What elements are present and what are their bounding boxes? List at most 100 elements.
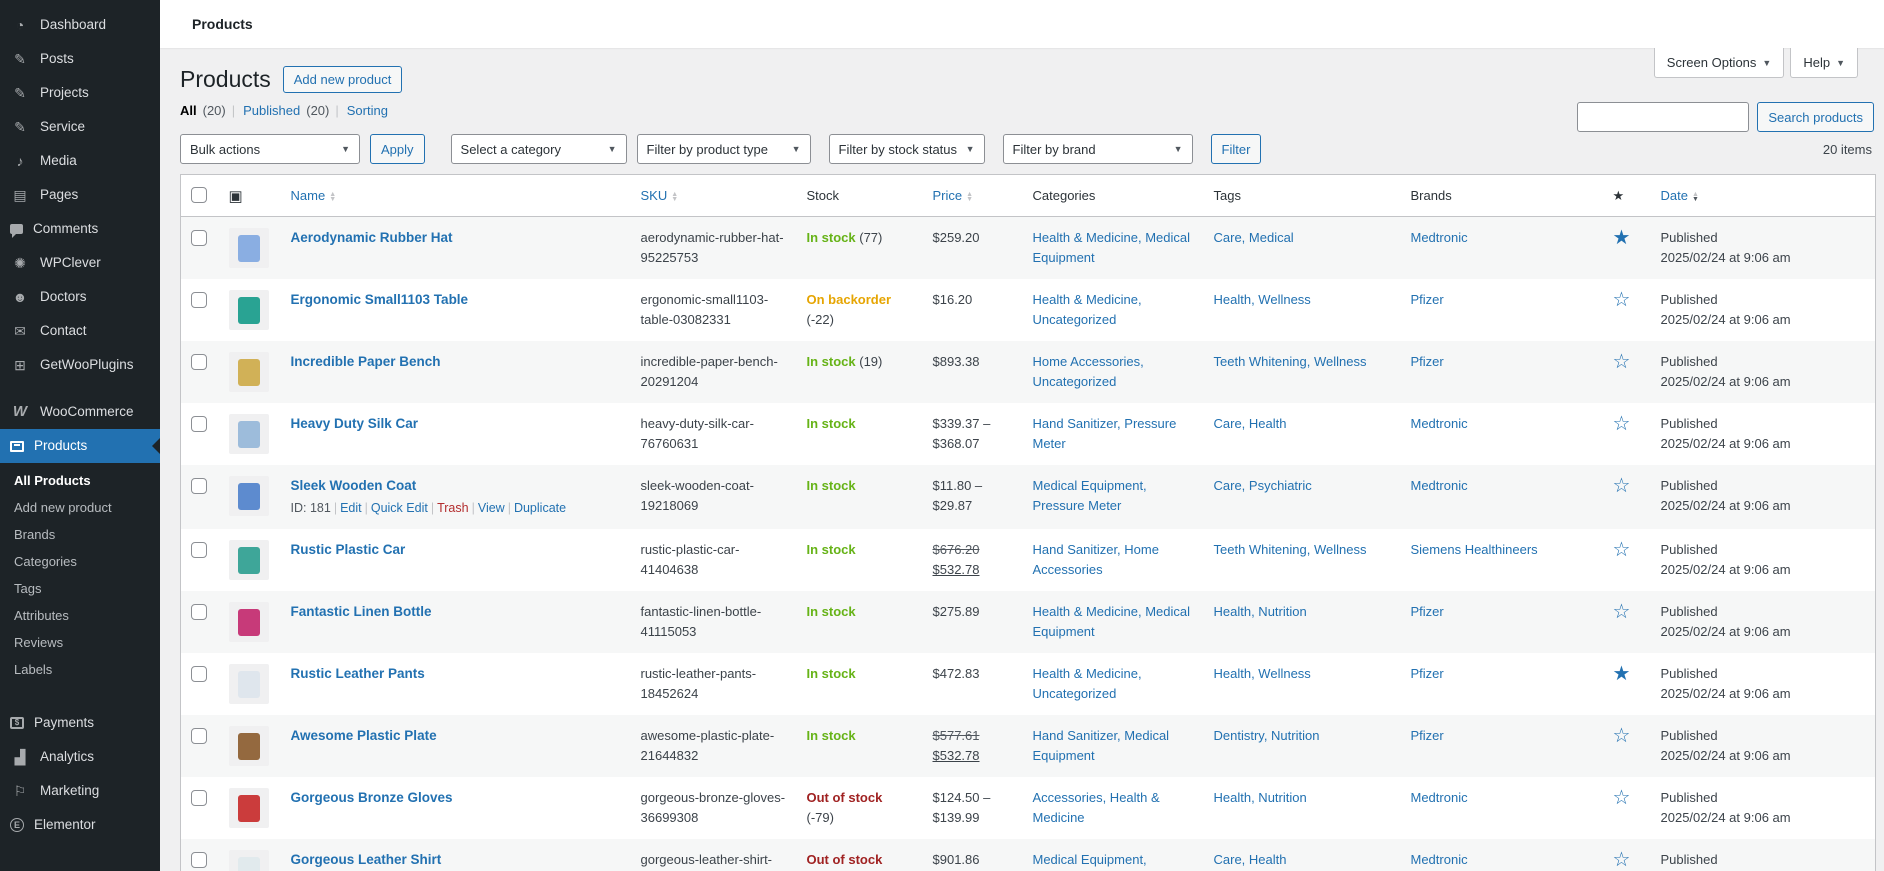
product-name-link[interactable]: Fantastic Linen Bottle: [291, 604, 432, 619]
row-checkbox[interactable]: [191, 604, 207, 620]
brand-links[interactable]: Pfizer: [1411, 292, 1444, 307]
featured-star-toggle[interactable]: ☆: [1613, 788, 1631, 808]
brand-links[interactable]: Medtronic: [1411, 852, 1468, 867]
tag-links[interactable]: Health, Wellness: [1214, 666, 1311, 681]
product-thumbnail-magenta-bottle[interactable]: [229, 602, 269, 642]
column-header-sku[interactable]: SKU▲▼: [631, 175, 797, 217]
filter-button[interactable]: Filter: [1211, 134, 1262, 164]
view-link-all[interactable]: All: [180, 103, 197, 118]
product-thumbnail-white-thermometer[interactable]: [229, 850, 269, 871]
submenu-item-attributes[interactable]: Attributes: [0, 602, 160, 629]
submenu-item-all-products[interactable]: All Products: [0, 467, 160, 494]
brand-links[interactable]: Medtronic: [1411, 416, 1468, 431]
column-header-date[interactable]: Date▲▼: [1651, 175, 1876, 217]
featured-star-toggle[interactable]: ★: [1613, 664, 1631, 684]
sidebar-item-payments[interactable]: $ Payments: [0, 706, 160, 740]
category-links[interactable]: Health & Medicine, Uncategorized: [1033, 292, 1142, 327]
tag-links[interactable]: Care, Medical: [1214, 230, 1294, 245]
row-checkbox[interactable]: [191, 230, 207, 246]
sidebar-item-posts[interactable]: ✎ Posts: [0, 42, 160, 76]
row-checkbox[interactable]: [191, 354, 207, 370]
sidebar-item-projects[interactable]: ✎ Projects: [0, 76, 160, 110]
select-all-checkbox[interactable]: [191, 187, 207, 203]
product-name-link[interactable]: Heavy Duty Silk Car: [291, 416, 419, 431]
submenu-item-tags[interactable]: Tags: [0, 575, 160, 602]
product-name-link[interactable]: Ergonomic Small1103 Table: [291, 292, 469, 307]
row-action-duplicate[interactable]: Duplicate: [514, 501, 566, 515]
category-links[interactable]: Health & Medicine, Uncategorized: [1033, 666, 1142, 701]
tag-links[interactable]: Care, Health: [1214, 852, 1287, 867]
brand-links[interactable]: Medtronic: [1411, 230, 1468, 245]
brand-links[interactable]: Medtronic: [1411, 790, 1468, 805]
featured-star-toggle[interactable]: ☆: [1613, 414, 1631, 434]
brand-links[interactable]: Pfizer: [1411, 604, 1444, 619]
category-filter-select[interactable]: Select a category ▼: [451, 134, 627, 164]
row-action-edit[interactable]: Edit: [340, 501, 362, 515]
row-action-trash[interactable]: Trash: [437, 501, 469, 515]
row-checkbox[interactable]: [191, 666, 207, 682]
view-link-sorting[interactable]: Sorting: [347, 103, 388, 118]
featured-star-toggle[interactable]: ☆: [1613, 540, 1631, 560]
help-tab[interactable]: Help ▼: [1790, 48, 1858, 78]
category-links[interactable]: Home Accessories, Uncategorized: [1033, 354, 1144, 389]
row-action-view[interactable]: View: [478, 501, 505, 515]
product-thumbnail-white-bottle-blue-label[interactable]: [229, 664, 269, 704]
product-name-link[interactable]: Awesome Plastic Plate: [291, 728, 437, 743]
product-type-filter-select[interactable]: Filter by product type ▼: [637, 134, 811, 164]
sidebar-item-comments[interactable]: Comments: [0, 212, 160, 246]
category-links[interactable]: Accessories, Health & Medicine: [1033, 790, 1160, 825]
category-links[interactable]: Medical Equipment, Pressure Meter: [1033, 478, 1147, 513]
featured-star-toggle[interactable]: ☆: [1613, 476, 1631, 496]
brand-links[interactable]: Pfizer: [1411, 354, 1444, 369]
sidebar-item-wpclever[interactable]: ✺ WPClever: [0, 246, 160, 280]
sidebar-item-media[interactable]: ♪ Media: [0, 144, 160, 178]
row-checkbox[interactable]: [191, 852, 207, 868]
row-checkbox[interactable]: [191, 292, 207, 308]
row-checkbox[interactable]: [191, 790, 207, 806]
brand-filter-select[interactable]: Filter by brand ▼: [1003, 134, 1193, 164]
bulk-actions-select[interactable]: Bulk actions ▼: [180, 134, 360, 164]
screen-options-tab[interactable]: Screen Options ▼: [1654, 48, 1785, 78]
sidebar-item-woocommerce[interactable]: W WooCommerce: [0, 395, 160, 429]
product-thumbnail-blue-nitrile-gloves[interactable]: [229, 228, 269, 268]
add-new-product-button[interactable]: Add new product: [283, 66, 403, 93]
featured-star-toggle[interactable]: ☆: [1613, 290, 1631, 310]
submenu-item-reviews[interactable]: Reviews: [0, 629, 160, 656]
product-thumbnail-teal-mask-box[interactable]: [229, 290, 269, 330]
product-name-link[interactable]: Incredible Paper Bench: [291, 354, 441, 369]
stock-status-filter-select[interactable]: Filter by stock status ▼: [829, 134, 985, 164]
tag-links[interactable]: Teeth Whitening, Wellness: [1214, 354, 1367, 369]
column-header-name[interactable]: Name▲▼: [281, 175, 631, 217]
product-name-link[interactable]: Aerodynamic Rubber Hat: [291, 230, 453, 245]
row-checkbox[interactable]: [191, 416, 207, 432]
submenu-item-categories[interactable]: Categories: [0, 548, 160, 575]
sidebar-item-contact[interactable]: ✉ Contact: [0, 314, 160, 348]
submenu-item-labels[interactable]: Labels: [0, 656, 160, 683]
featured-star-toggle[interactable]: ☆: [1613, 352, 1631, 372]
product-thumbnail-teal-bottle[interactable]: [229, 540, 269, 580]
search-products-button[interactable]: Search products: [1757, 102, 1874, 132]
sidebar-item-marketing[interactable]: ⚐ Marketing: [0, 774, 160, 808]
sidebar-item-elementor[interactable]: E Elementor: [0, 808, 160, 842]
brand-links[interactable]: Medtronic: [1411, 478, 1468, 493]
tag-links[interactable]: Health, Nutrition: [1214, 790, 1307, 805]
sidebar-item-doctors[interactable]: ☻ Doctors: [0, 280, 160, 314]
tag-links[interactable]: Dentistry, Nutrition: [1214, 728, 1320, 743]
product-thumbnail-amber-dropper-bottle[interactable]: [229, 726, 269, 766]
product-thumbnail-blue-white-box[interactable]: [229, 476, 269, 516]
tag-links[interactable]: Health, Nutrition: [1214, 604, 1307, 619]
row-action-quick-edit[interactable]: Quick Edit: [371, 501, 428, 515]
row-checkbox[interactable]: [191, 728, 207, 744]
category-links[interactable]: Hand Sanitizer, Pressure Meter: [1033, 416, 1177, 451]
apply-button[interactable]: Apply: [370, 134, 425, 164]
tag-links[interactable]: Care, Psychiatric: [1214, 478, 1312, 493]
submenu-item-add-new-product[interactable]: Add new product: [0, 494, 160, 521]
tag-links[interactable]: Care, Health: [1214, 416, 1287, 431]
product-thumbnail-blue-medical-device[interactable]: [229, 414, 269, 454]
search-products-input[interactable]: [1577, 102, 1749, 132]
category-links[interactable]: Hand Sanitizer, Home Accessories: [1033, 542, 1159, 577]
product-thumbnail-gold-surgical-scissors[interactable]: [229, 352, 269, 392]
product-name-link[interactable]: Gorgeous Bronze Gloves: [291, 790, 453, 805]
product-name-link[interactable]: Rustic Plastic Car: [291, 542, 406, 557]
submenu-item-brands[interactable]: Brands: [0, 521, 160, 548]
